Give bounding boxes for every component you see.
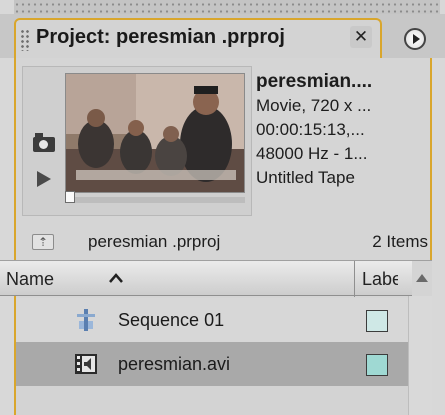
clip-type: Movie, 720 x ... — [256, 96, 372, 115]
thumbnail-image — [66, 74, 244, 192]
scrub-handle[interactable] — [65, 191, 75, 203]
column-divider[interactable] — [354, 261, 355, 297]
label-color-swatch[interactable] — [366, 310, 388, 332]
scroll-up-icon[interactable] — [412, 261, 432, 297]
camera-icon[interactable] — [33, 133, 55, 152]
scrub-track[interactable] — [65, 191, 245, 203]
column-name-header[interactable]: Name — [6, 269, 54, 290]
column-label-header[interactable]: Label — [362, 269, 398, 290]
item-name: peresmian.avi — [118, 354, 231, 374]
clip-thumbnail — [65, 73, 245, 193]
play-icon[interactable] — [37, 171, 51, 187]
clip-audio: 48000 Hz - 1... — [256, 144, 368, 163]
tab-title: Project: peresmian .prproj — [36, 26, 285, 48]
clip-duration: 00:00:15:13,... — [256, 120, 365, 139]
items-count: 2 Items — [372, 232, 428, 251]
clip-name: peresmian.... — [256, 71, 373, 92]
panel-drag-strip[interactable] — [14, 0, 440, 14]
list-item[interactable]: Sequence 01 — [16, 298, 408, 342]
item-name: Sequence 01 — [118, 310, 225, 330]
sequence-icon — [77, 309, 95, 331]
list-empty-area[interactable] — [16, 386, 408, 415]
vertical-scrollbar[interactable] — [408, 296, 432, 415]
tab-grip-icon[interactable] — [20, 29, 30, 51]
clip-info: peresmian.... Movie, 720 x ... 00:00:15:… — [256, 70, 432, 190]
column-header: Name Label — [0, 260, 432, 297]
preview-area — [22, 66, 252, 216]
list-item[interactable]: peresmian.avi — [16, 342, 408, 386]
clip-tape: Untitled Tape — [256, 168, 355, 187]
panel-menu-icon[interactable] — [404, 28, 426, 50]
parent-folder-icon[interactable]: ⇡ — [32, 234, 54, 250]
sort-ascending-icon[interactable] — [108, 272, 124, 284]
tab-bar: Project: peresmian .prproj ✕ — [0, 14, 445, 58]
audio-video-clip-icon — [75, 354, 97, 374]
label-color-swatch[interactable] — [366, 354, 388, 376]
project-path: peresmian .prproj — [88, 232, 221, 251]
close-icon[interactable]: ✕ — [350, 26, 372, 48]
path-bar: ⇡ peresmian .prproj 2 Items — [16, 224, 430, 260]
project-content: peresmian.... Movie, 720 x ... 00:00:15:… — [0, 58, 432, 415]
tab-project[interactable]: Project: peresmian .prproj ✕ — [14, 18, 382, 58]
project-panel: Project: peresmian .prproj ✕ peresmian..… — [0, 0, 445, 415]
